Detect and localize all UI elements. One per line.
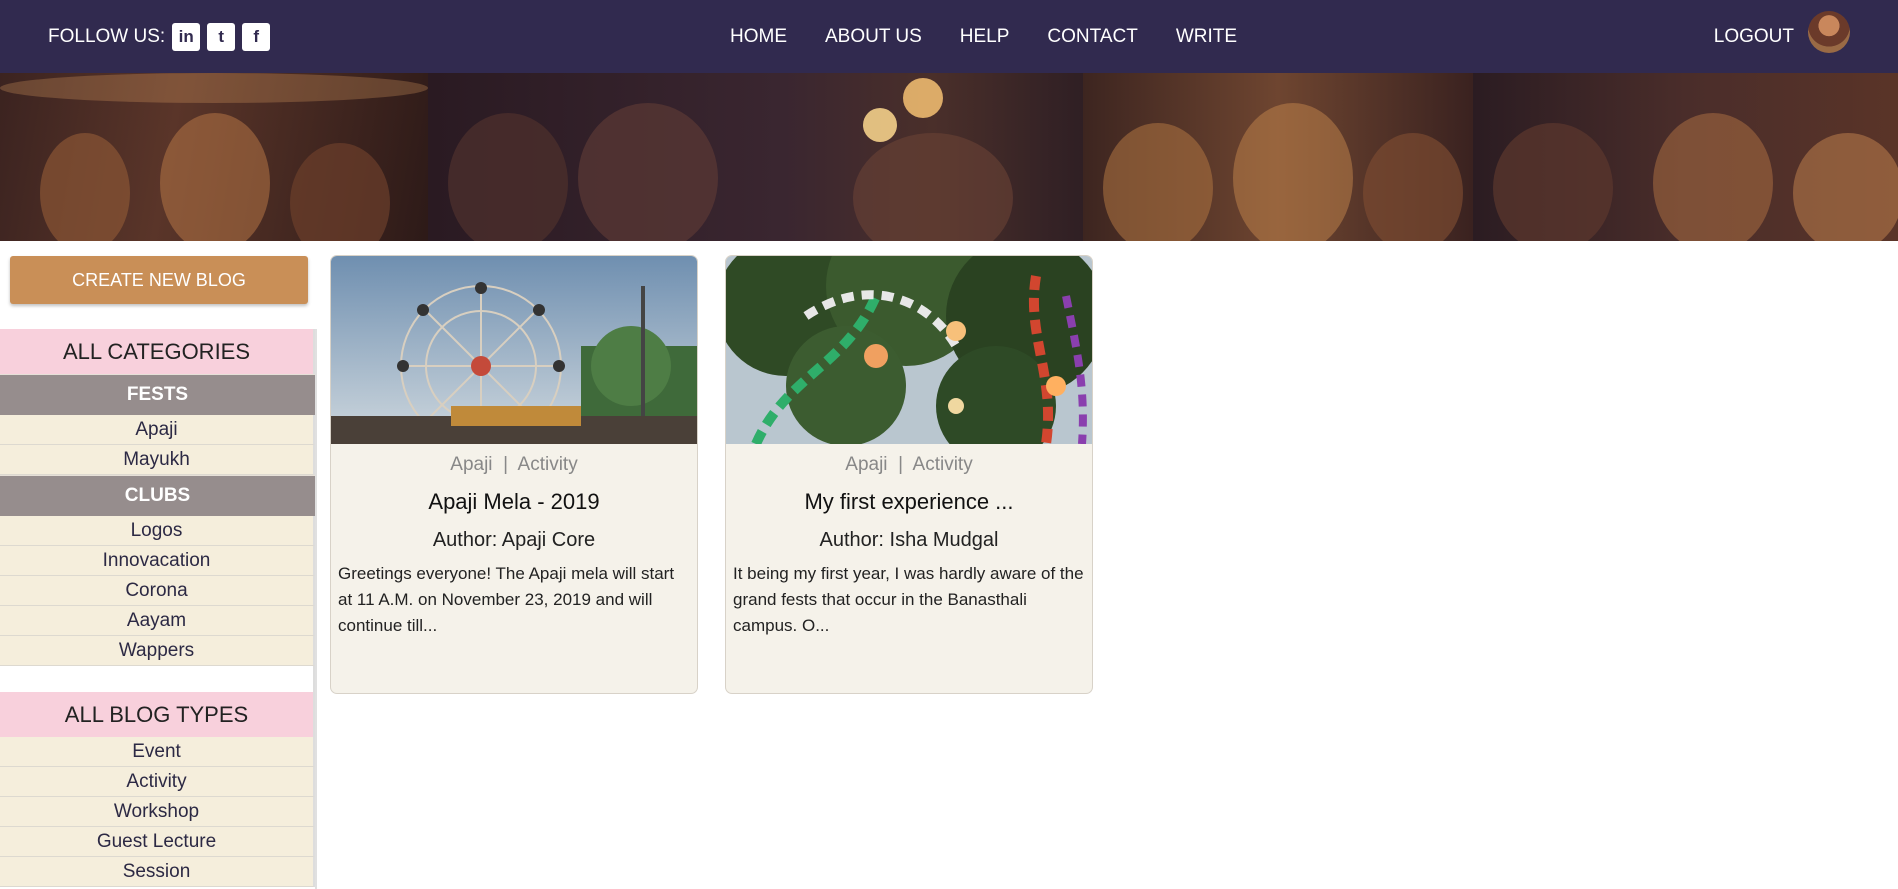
banner-crowd-panel — [0, 73, 428, 241]
banner-bokeh-panel — [783, 73, 1083, 241]
nav-write[interactable]: WRITE — [1176, 26, 1237, 48]
sidebar-divider — [315, 329, 317, 889]
facebook-icon[interactable]: f — [242, 22, 271, 51]
sidebar-item-logos[interactable]: Logos — [0, 516, 315, 546]
clubs-heading: CLUBS — [0, 475, 315, 516]
sidebar-spacer — [0, 666, 315, 692]
ferris-wheel-illustration — [331, 256, 697, 444]
tag-separator: | — [503, 454, 509, 475]
sidebar: ALL CATEGORIES FESTS Apaji Mayukh CLUBS … — [0, 329, 315, 887]
card-title[interactable]: My first experience ... — [726, 489, 1092, 515]
card-tags: Apaji | Activity — [331, 454, 697, 476]
card-category[interactable]: Apaji — [450, 454, 492, 475]
lights-tree-illustration — [726, 256, 1092, 444]
card-excerpt: Greetings everyone! The Apaji mela will … — [338, 564, 675, 635]
follow-us: FOLLOW US: in t f — [48, 0, 271, 73]
card-tags: Apaji | Activity — [726, 454, 1092, 476]
sidebar-item-aayam[interactable]: Aayam — [0, 606, 315, 636]
sidebar-item-wappers[interactable]: Wappers — [0, 636, 315, 666]
user-avatar[interactable] — [1808, 11, 1850, 53]
card-category[interactable]: Apaji — [845, 454, 887, 475]
nav-help[interactable]: HELP — [960, 26, 1010, 48]
sidebar-item-session[interactable]: Session — [0, 857, 315, 887]
nav-about-us[interactable]: ABOUT US — [825, 26, 922, 48]
sidebar-item-activity[interactable]: Activity — [0, 767, 315, 797]
card-title[interactable]: Apaji Mela - 2019 — [331, 489, 697, 515]
nav-contact[interactable]: CONTACT — [1047, 26, 1137, 48]
tag-separator: | — [898, 454, 904, 475]
all-blog-types-heading[interactable]: ALL BLOG TYPES — [0, 692, 315, 737]
follow-us-label: FOLLOW US: — [48, 25, 166, 47]
card-type[interactable]: Activity — [518, 454, 578, 475]
banner-crowd-panel-2 — [1083, 73, 1473, 241]
card-author: Author: Apaji Core — [432, 529, 596, 551]
lights-tree-image[interactable] — [726, 256, 1092, 444]
logout-link[interactable]: LOGOUT — [1714, 0, 1794, 73]
fests-heading: FESTS — [0, 374, 315, 415]
banner-lights-panel — [428, 73, 882, 241]
blog-card[interactable]: Apaji | Activity Apaji Mela - 2019 Autho… — [330, 255, 698, 694]
twitter-icon[interactable]: t — [207, 22, 236, 51]
sidebar-item-workshop[interactable]: Workshop — [0, 797, 315, 827]
card-excerpt: It being my first year, I was hardly awa… — [733, 564, 1084, 635]
blog-card[interactable]: Apaji | Activity My first experience ...… — [725, 255, 1093, 694]
nav-home[interactable]: HOME — [730, 26, 787, 48]
banner-crowd-panel-3 — [1473, 73, 1898, 241]
linkedin-icon[interactable]: in — [172, 22, 201, 51]
sidebar-item-guest-lecture[interactable]: Guest Lecture — [0, 827, 315, 857]
sidebar-item-apaji[interactable]: Apaji — [0, 415, 315, 445]
ferris-wheel-image[interactable] — [331, 256, 697, 444]
create-new-blog-button[interactable]: CREATE NEW BLOG — [10, 256, 308, 304]
sidebar-item-innovacation[interactable]: Innovacation — [0, 546, 315, 576]
all-categories-heading[interactable]: ALL CATEGORIES — [0, 329, 315, 374]
hero-banner — [0, 73, 1898, 241]
main-nav: HOME ABOUT US HELP CONTACT WRITE — [730, 0, 1275, 73]
sidebar-item-event[interactable]: Event — [0, 737, 315, 767]
sidebar-item-mayukh[interactable]: Mayukh — [0, 445, 315, 475]
card-author: Author: Isha Mudgal — [819, 529, 999, 551]
sidebar-item-corona[interactable]: Corona — [0, 576, 315, 606]
card-type[interactable]: Activity — [913, 454, 973, 475]
top-navbar: FOLLOW US: in t f HOME ABOUT US HELP CON… — [0, 0, 1898, 73]
